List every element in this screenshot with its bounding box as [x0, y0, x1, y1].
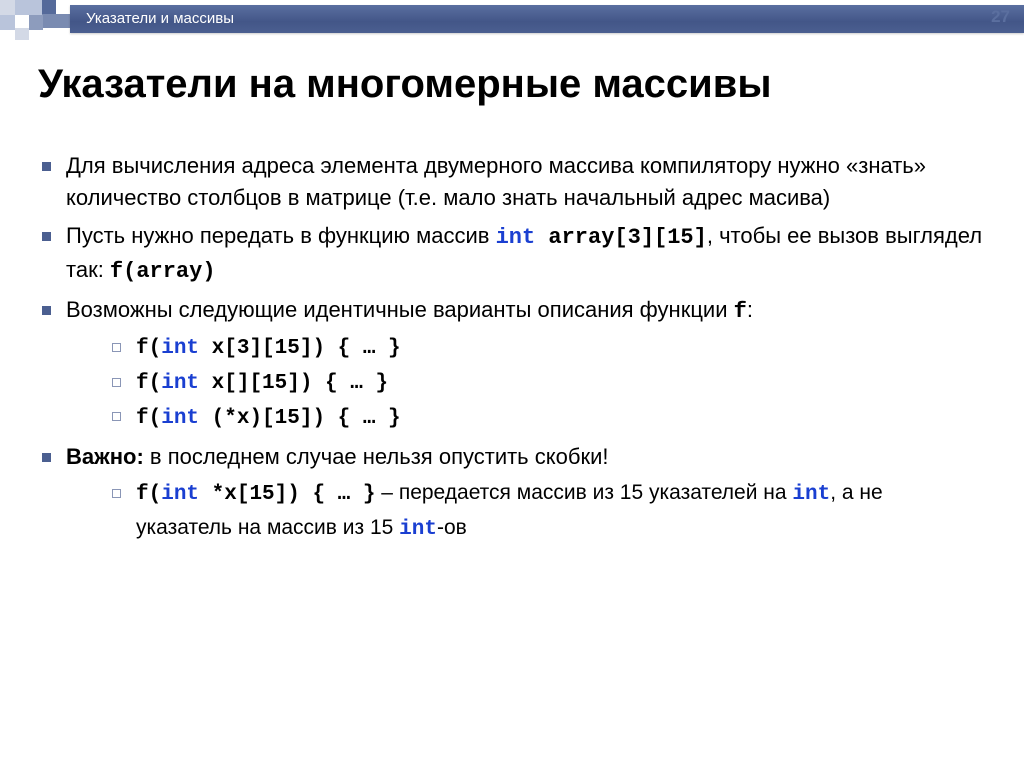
list-item: f(int (*x)[15]) { … }: [108, 401, 984, 436]
list-item: Возможны следующие идентичные варианты о…: [38, 294, 984, 436]
code: f(int x[3][15]) { … }: [136, 337, 401, 360]
corner-decoration: [0, 0, 70, 40]
code-part: x[3][15]) { … }: [199, 337, 401, 360]
code: f(int *x[15]) { … }: [136, 483, 375, 506]
deco-square: [42, 0, 56, 14]
strong-text: Важно:: [66, 444, 144, 469]
list-item: f(int x[3][15]) { … }: [108, 331, 984, 366]
text: :: [747, 297, 753, 322]
code: int array[3][15]: [496, 225, 707, 250]
deco-square: [0, 15, 15, 30]
keyword: int: [792, 483, 830, 506]
slide-title: Указатели на многомерные массивы: [38, 62, 994, 107]
code-part: x[][15]) { … }: [199, 372, 388, 395]
code-part: f(: [136, 407, 161, 430]
text: Возможны следующие идентичные варианты о…: [66, 297, 734, 322]
header-text: Указатели и массивы: [86, 10, 234, 27]
list-item: f(int *x[15]) { … } – передается массив …: [108, 477, 984, 546]
code: f(array): [110, 259, 216, 284]
code-part: *x[15]) { … }: [199, 483, 375, 506]
text: в последнем случае нельзя опустить скобк…: [144, 444, 609, 469]
slide: Указатели и массивы 27 Указатели на мног…: [0, 0, 1024, 767]
code-part: (*x)[15]) { … }: [199, 407, 401, 430]
keyword: int: [399, 518, 437, 541]
list-item: f(int x[][15]) { … }: [108, 366, 984, 401]
list-item: Важно: в последнем случае нельзя опустит…: [38, 441, 984, 546]
code: f(int (*x)[15]) { … }: [136, 407, 401, 430]
code: f: [734, 299, 747, 324]
sub-list: f(int *x[15]) { … } – передается массив …: [66, 477, 984, 546]
list-item: Для вычисления адреса элемента двумерног…: [38, 150, 984, 214]
text: Для вычисления адреса элемента двумерног…: [66, 153, 926, 210]
deco-square: [15, 28, 29, 40]
keyword: int: [161, 483, 199, 506]
code: f(int x[][15]) { … }: [136, 372, 388, 395]
keyword: int: [161, 337, 199, 360]
content-area: Для вычисления адреса элемента двумерног…: [38, 150, 984, 747]
list-item: Пусть нужно передать в функцию массив in…: [38, 220, 984, 288]
code-part: f(: [136, 337, 161, 360]
text: -ов: [437, 516, 467, 539]
deco-square: [29, 15, 43, 30]
code-part: f(: [136, 483, 161, 506]
header-bar: Указатели и массивы: [70, 5, 1024, 33]
page-number: 27: [991, 7, 1010, 27]
deco-square: [15, 0, 42, 15]
text: Пусть нужно передать в функцию массив: [66, 223, 496, 248]
deco-square: [42, 14, 70, 28]
deco-square: [0, 0, 15, 15]
bullet-list: Для вычисления адреса элемента двумерног…: [38, 150, 984, 546]
text: – передается массив из 15 указателей на: [375, 481, 792, 504]
keyword: int: [496, 225, 536, 250]
keyword: int: [161, 407, 199, 430]
sub-list: f(int x[3][15]) { … } f(int x[][15]) { ……: [66, 331, 984, 435]
code-rest: array[3][15]: [535, 225, 707, 250]
code-part: f(: [136, 372, 161, 395]
keyword: int: [161, 372, 199, 395]
